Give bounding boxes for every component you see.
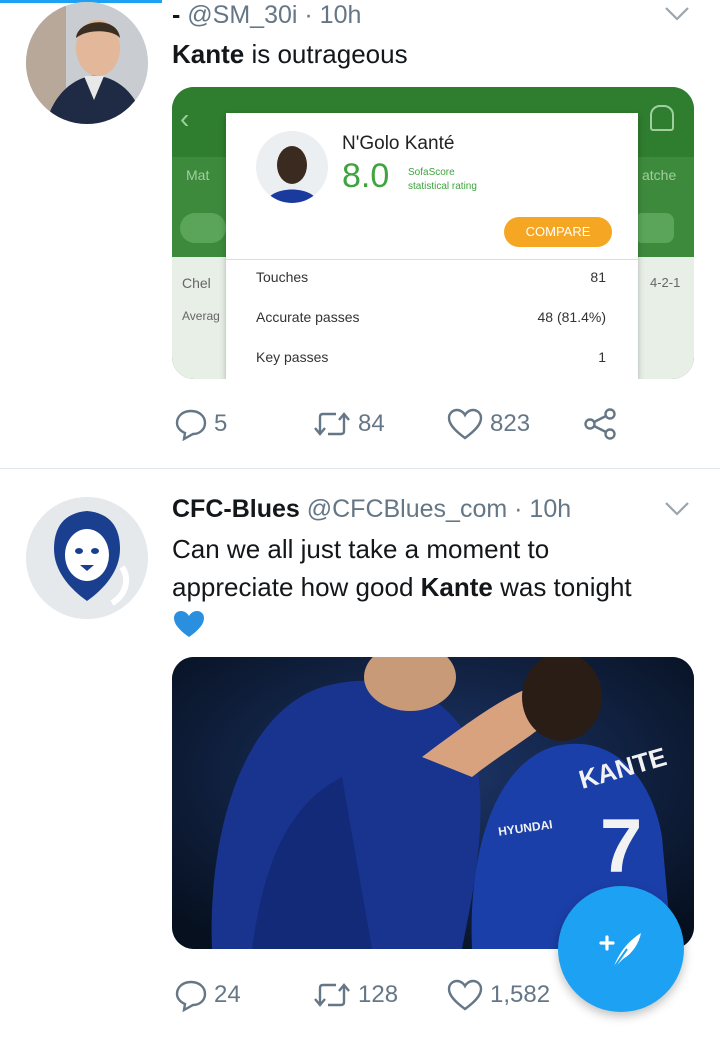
bg-label-right-1: 4-2-1 [650,275,681,290]
tweet-media[interactable]: ‹ Mat atche Chel Averag 4-2-1 N'Golo Kan… [172,87,694,379]
retweet-icon [314,983,350,1007]
reply-icon [175,409,207,441]
stat-value: 81 [590,269,606,285]
compose-tweet-button[interactable] [558,886,684,1012]
tweet-text-line-2: appreciate how good Kante was tonight [172,568,692,606]
like-count: 823 [490,410,531,437]
tweet-text-pre: appreciate how good [172,572,421,602]
retweet-button[interactable]: 84 [312,407,385,441]
bg-pill-left [180,213,226,243]
player-popup: N'Golo Kanté 8.0 SofaScore statistical r… [226,113,638,379]
tweet-text: Kante is outrageous [172,35,408,73]
share-button[interactable] [582,407,618,441]
reply-count: 24 [214,981,241,1008]
retweet-icon [314,412,350,436]
compare-button[interactable]: COMPARE [504,217,612,247]
stat-row: Accurate passes 48 (81.4%) [256,303,606,333]
stat-row: Key passes 1 [256,343,606,373]
tweet-text-post: was tonight [492,572,632,602]
player-photo [256,131,328,203]
retweet-count: 128 [358,981,399,1008]
timestamp[interactable]: · 10h [514,495,571,523]
handle[interactable]: @CFCBlues_com [307,495,507,523]
stat-label: Touches [256,269,309,285]
tweet-1[interactable]: - @SM_30i · 10h Kante is outrageous ‹ Ma… [0,0,720,468]
player-name: N'Golo Kanté [342,133,455,154]
stat-label: Key passes [256,349,329,365]
display-name[interactable]: CFC-Blues [172,495,300,523]
bg-label-left-top: Mat [186,167,210,183]
tweet-text-bold[interactable]: Kante [421,572,493,602]
heart-emoji-icon [172,609,206,644]
reply-icon [175,980,207,1012]
retweet-button[interactable]: 128 [312,978,398,1012]
tweet-text-bold[interactable]: Kante [172,39,244,69]
reply-button[interactable]: 24 [174,978,241,1012]
tweet-actions: 5 84 823 [172,405,632,445]
avatar-photo [26,2,148,124]
reply-button[interactable]: 5 [174,407,227,441]
compose-tweet-icon [599,933,641,970]
chevron-down-icon[interactable] [664,501,690,522]
stat-value: 1 [598,349,606,365]
rating-caption: statistical rating [408,181,477,192]
share-icon [584,408,616,440]
like-button[interactable]: 1,582 [446,978,550,1012]
tweet-text-rest: is outrageous [244,39,408,69]
like-icon [447,408,483,440]
chevron-down-icon[interactable] [664,6,690,27]
bg-label-left-2: Averag [182,309,220,323]
avatar[interactable] [26,497,148,619]
popup-divider [226,259,638,260]
shirt-number: 7 [600,804,643,889]
bg-label-left-1: Chel [182,275,211,291]
reply-count: 5 [214,410,228,437]
retweet-count: 84 [358,410,385,437]
like-count: 1,582 [490,981,551,1008]
display-name[interactable]: - [172,1,180,29]
tweet-header: - @SM_30i · 10h [172,0,361,30]
lion-logo-icon [26,497,148,619]
tweet-text-line-1: Can we all just take a moment to [172,534,550,564]
like-icon [447,979,483,1011]
rating-source: SofaScore [408,167,455,178]
player-rating: 8.0 [342,157,390,195]
handle[interactable]: @SM_30i [187,1,297,29]
bg-label-right-top: atche [642,167,677,183]
back-icon: ‹ [180,103,190,134]
bell-icon [650,105,674,131]
stat-row: Touches 81 [256,263,606,293]
tweet-actions: 24 128 1,582 [172,976,572,1016]
like-button[interactable]: 823 [446,407,530,441]
tweet-text: Can we all just take a moment to appreci… [172,530,692,606]
stat-value: 48 (81.4%) [537,309,606,325]
timestamp[interactable]: · 10h [304,1,361,29]
stat-label: Accurate passes [256,309,360,325]
tweet-header: CFC-Blues @CFCBlues_com · 10h [172,493,571,525]
bg-share-icon [634,213,674,243]
avatar[interactable] [26,2,148,124]
